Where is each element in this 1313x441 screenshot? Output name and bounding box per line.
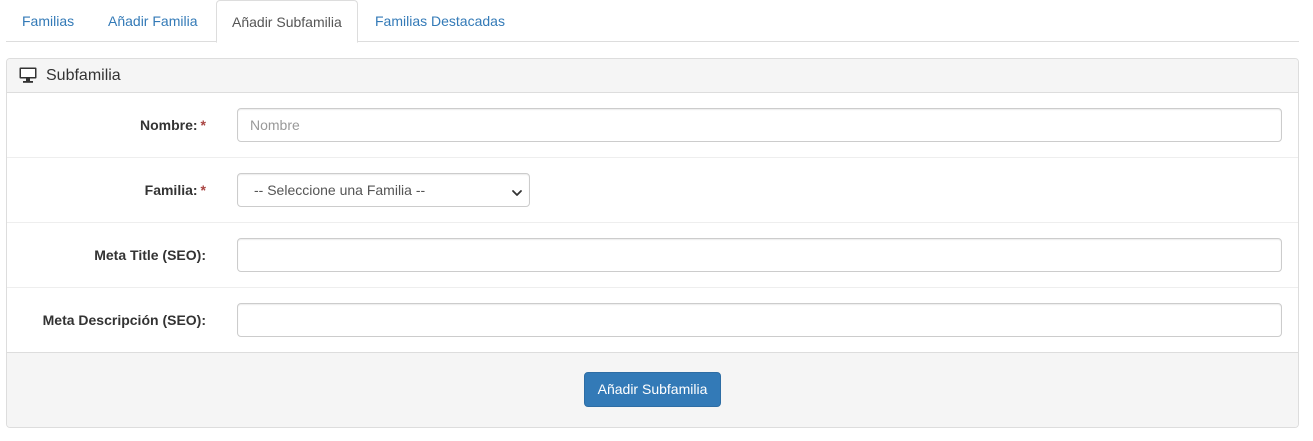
nombre-input[interactable]	[237, 108, 1282, 142]
tab-bar: Familias Añadir Familia Añadir Subfamili…	[6, 0, 1299, 43]
familia-label: Familia: *	[144, 182, 206, 198]
chevron-down-icon	[511, 185, 523, 196]
familia-select[interactable]: -- Seleccione una Familia --	[237, 173, 530, 207]
required-mark: *	[200, 182, 206, 198]
tab-anadir-familia[interactable]: Añadir Familia	[93, 0, 212, 43]
panel-footer: Añadir Subfamilia	[7, 352, 1298, 427]
meta-descripcion-label: Meta Descripción (SEO):	[42, 312, 206, 328]
required-mark: *	[200, 117, 206, 133]
page: Familias Añadir Familia Añadir Subfamili…	[0, 0, 1313, 441]
meta-title-input[interactable]	[237, 238, 1282, 272]
subfamilia-panel: Subfamilia Nombre:* Familia:* -- Selecci…	[6, 58, 1299, 428]
tab-anadir-subfamilia[interactable]: Añadir Subfamilia	[216, 0, 358, 43]
anadir-subfamilia-button[interactable]: Añadir Subfamilia	[584, 372, 721, 407]
form-row-meta-title: Meta Title (SEO):	[7, 223, 1298, 288]
panel-title: Subfamilia	[46, 67, 121, 84]
meta-title-label: Meta Title (SEO):	[94, 247, 206, 263]
panel-heading: Subfamilia	[7, 59, 1298, 93]
tab-familias-destacadas[interactable]: Familias Destacadas	[360, 0, 520, 43]
form-row-nombre: Nombre: *	[7, 93, 1298, 158]
tab-familias[interactable]: Familias	[7, 0, 89, 43]
familia-selected-value: -- Seleccione una Familia --	[254, 182, 426, 198]
form-row-meta-descripcion: Meta Descripción (SEO):	[7, 288, 1298, 353]
monitor-icon	[19, 67, 37, 83]
meta-descripcion-input[interactable]	[237, 303, 1282, 337]
nombre-label: Nombre: *	[139, 117, 206, 133]
form-row-familia: Familia: * -- Seleccione una Familia --	[7, 158, 1298, 223]
